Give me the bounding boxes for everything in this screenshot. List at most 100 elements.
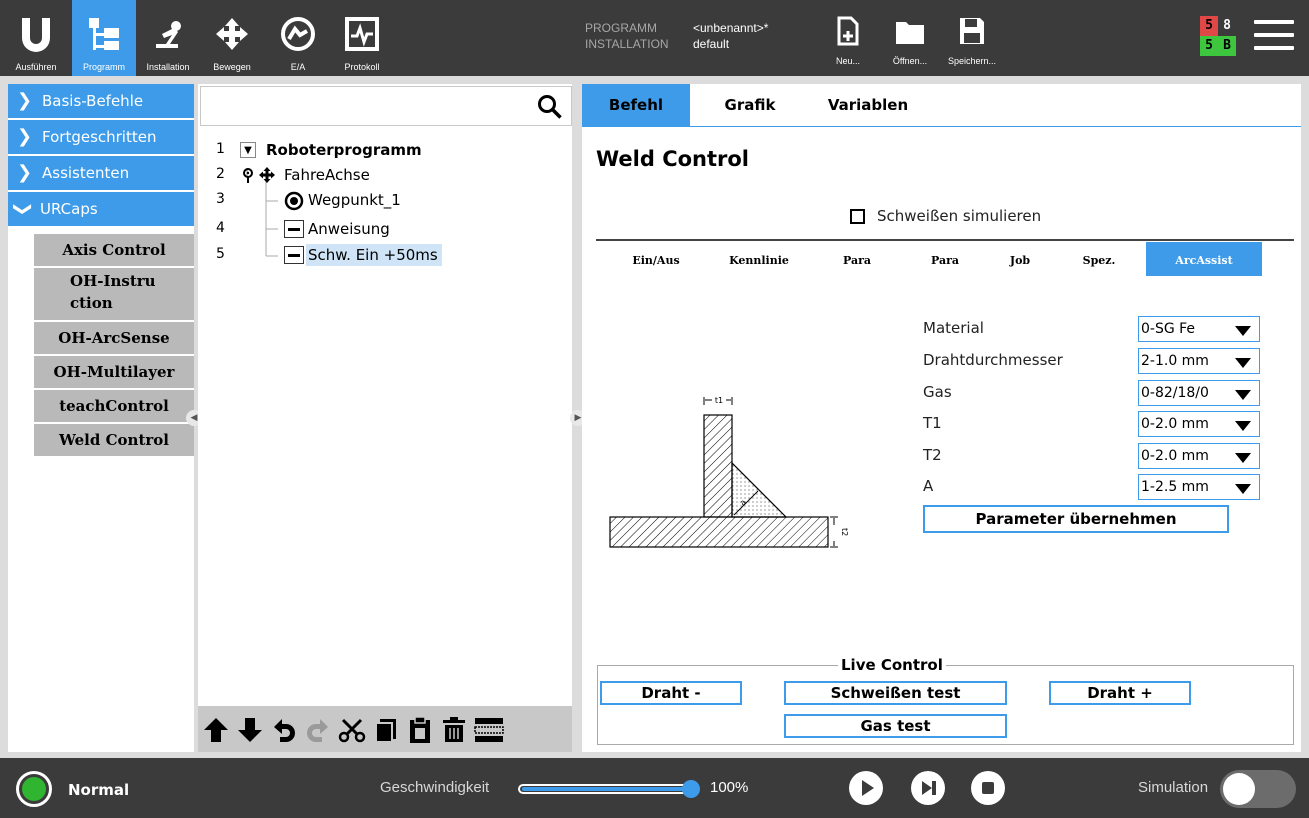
stop-icon[interactable] [970, 770, 1006, 806]
instruction-icon [284, 246, 304, 264]
sidebar-category-wizards[interactable]: ❯ Assistenten [8, 156, 194, 190]
nav-program-button[interactable]: Programm [72, 0, 136, 76]
sidebar-item-oh-arcsense[interactable]: OH-ArcSense [34, 322, 194, 354]
step-icon[interactable] [910, 770, 946, 806]
t1-select[interactable]: 0-2.0 mm [1138, 411, 1260, 437]
t2-select[interactable]: 0-2.0 mm [1138, 443, 1260, 469]
sidebar: ❯ Basis-Befehle ❯ Fortgeschritten ❯ Assi… [8, 84, 194, 752]
tab-command[interactable]: Befehl [582, 84, 690, 126]
sidebar-category-basic[interactable]: ❯ Basis-Befehle [8, 84, 194, 118]
scissors-icon[interactable] [338, 716, 366, 744]
subtab-job[interactable]: Job [990, 242, 1050, 276]
wire-diameter-select[interactable]: 2-1.0 mm [1138, 348, 1260, 374]
subtab-para-1[interactable]: Para [822, 242, 892, 276]
redo-icon[interactable] [304, 716, 332, 744]
fillet-weld-diagram: t1 t2 a [609, 395, 849, 548]
search-icon[interactable] [537, 94, 563, 120]
nav-move-button[interactable]: Bewegen [200, 0, 264, 76]
undo-icon[interactable] [270, 716, 298, 744]
subtab-divider [596, 239, 1294, 241]
sidebar-item-oh-multilayer[interactable]: OH-Multilayer [34, 356, 194, 388]
floppy-disk-icon [942, 16, 1002, 46]
suppress-icon[interactable] [474, 716, 504, 744]
io-cell-dark: 8 [1218, 16, 1236, 36]
paste-icon[interactable] [406, 716, 434, 744]
new-button[interactable]: Neu... [818, 16, 878, 70]
status-green-icon [22, 777, 46, 801]
subtab-on-off[interactable]: Ein/Aus [620, 242, 692, 276]
nav-log-button[interactable]: Protokoll [330, 0, 394, 76]
robot-arm-icon [136, 12, 200, 56]
speed-slider-track[interactable] [518, 784, 698, 794]
io-icon [266, 12, 330, 56]
sidebar-category-urcaps[interactable]: ❯ URCaps [8, 192, 194, 226]
dropdown-arrow-icon [1235, 358, 1251, 368]
tab-variables[interactable]: Variablen [808, 84, 928, 126]
waypoint-pin-icon [243, 168, 253, 183]
ur-logo-icon [4, 12, 68, 56]
tree-node-waypoint[interactable]: Wegpunkt_1 [308, 191, 401, 209]
speed-slider-knob[interactable] [682, 780, 700, 798]
sidebar-item-weld-control[interactable]: Weld Control [34, 424, 194, 456]
param-label-t1: T1 [923, 414, 942, 432]
subtab-arcassist[interactable]: ArcAssist [1146, 242, 1262, 276]
param-label-wire-diameter: Drahtdurchmesser [923, 351, 1063, 369]
wire-plus-button[interactable]: Draht + [1049, 681, 1191, 705]
robot-status-button[interactable] [16, 771, 52, 807]
trash-icon[interactable] [440, 716, 468, 744]
speed-value: 100% [710, 779, 749, 796]
sidebar-item-teachcontrol[interactable]: teachControl [34, 390, 194, 422]
gas-test-button[interactable]: Gas test [784, 714, 1007, 738]
open-label: Öffnen... [892, 56, 928, 66]
nav-installation-button[interactable]: Installation [136, 0, 200, 76]
tree-node-move-joint[interactable]: FahreAchse [284, 166, 370, 184]
a-value: 1-2.5 mm [1141, 479, 1209, 495]
sidebar-item-axis-control[interactable]: Axis Control [34, 234, 194, 266]
material-select[interactable]: 0-SG Fe [1138, 316, 1260, 342]
move-up-icon[interactable] [202, 716, 230, 744]
collapse-toggle-icon[interactable]: ▼ [240, 142, 256, 158]
apply-parameters-button[interactable]: Parameter übernehmen [923, 505, 1229, 533]
nav-run-button[interactable]: Ausführen [4, 0, 68, 76]
wire-diameter-value: 2-1.0 mm [1141, 353, 1209, 369]
io-status-indicator[interactable]: 5 8 5 B [1200, 16, 1236, 56]
weld-test-button[interactable]: Schweißen test [784, 681, 1007, 705]
gas-select[interactable]: 0-82/18/0 [1138, 380, 1260, 406]
nav-installation-label: Installation [146, 62, 190, 72]
tree-line-number: 1 [216, 141, 225, 157]
io-cell-green-left: 5 [1200, 36, 1218, 56]
param-label-a: A [923, 477, 934, 495]
t1-dimension-label: t1 [715, 396, 723, 405]
material-value: 0-SG Fe [1141, 321, 1196, 337]
chevron-right-icon: ❯ [17, 126, 33, 147]
urcap-label: OH-ArcSense [58, 329, 170, 347]
copy-icon[interactable] [372, 716, 400, 744]
tab-graphic[interactable]: Grafik [698, 84, 802, 126]
hamburger-menu-icon[interactable] [1254, 20, 1294, 56]
save-button[interactable]: Speichern... [942, 16, 1002, 70]
tree-node-robot-program[interactable]: Roboterprogramm [266, 141, 422, 159]
simulation-toggle[interactable] [1220, 770, 1296, 808]
play-icon[interactable] [848, 770, 884, 806]
search-input[interactable] [200, 86, 572, 126]
subtab-characteristic[interactable]: Kennlinie [712, 242, 806, 276]
open-button[interactable]: Öffnen... [880, 16, 940, 70]
subtab-spec[interactable]: Spez. [1064, 242, 1134, 276]
subtab-para-2[interactable]: Para [910, 242, 980, 276]
tree-line-number: 3 [216, 191, 225, 207]
dropdown-arrow-icon [1235, 453, 1251, 463]
wire-minus-button[interactable]: Draht - [600, 681, 742, 705]
tree-node-weld-on-selected[interactable]: Schw. Ein +50ms [306, 244, 442, 266]
sidebar-category-advanced[interactable]: ❯ Fortgeschritten [8, 120, 194, 154]
a-select[interactable]: 1-2.5 mm [1138, 474, 1260, 500]
tree-node-instruction[interactable]: Anweisung [308, 220, 390, 238]
simulate-checkbox[interactable] [850, 209, 865, 224]
move-arrows-icon [259, 167, 275, 183]
nav-io-button[interactable]: E/A [266, 0, 330, 76]
search-field[interactable] [205, 91, 525, 121]
sidebar-item-oh-instruction[interactable]: OH-Instruction [34, 268, 194, 320]
chevron-right-icon: ❯ [17, 162, 33, 183]
move-down-icon[interactable] [236, 716, 264, 744]
program-key: PROGRAMM [585, 21, 657, 35]
folder-icon [880, 16, 940, 46]
